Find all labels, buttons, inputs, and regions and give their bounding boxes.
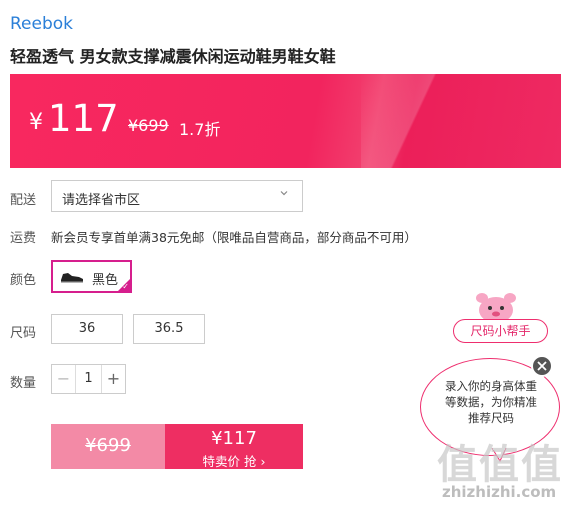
- buy-action-label: 特卖价 抢 ›: [202, 454, 266, 469]
- watermark-url: zhizhizhi.com: [442, 483, 557, 501]
- color-option-black[interactable]: 黑色 ✓: [51, 260, 132, 293]
- color-label: 颜色: [10, 273, 37, 288]
- quantity-stepper: − 1 +: [51, 364, 126, 394]
- buy-now-button[interactable]: ¥117 特卖价 抢 ›: [165, 424, 303, 469]
- color-option-label: 黑色: [92, 273, 119, 288]
- delivery-region-select[interactable]: 请选择省市区: [51, 180, 303, 212]
- size-option-36-5[interactable]: 36.5: [133, 314, 205, 344]
- quantity-value[interactable]: 1: [76, 365, 101, 393]
- product-title: 轻盈透气 男女款支撑减震休闲运动鞋男鞋女鞋: [10, 47, 336, 66]
- banner-sheen: [361, 74, 561, 168]
- buy-original-price-panel: ¥699: [51, 424, 165, 469]
- buy-original-price: ¥699: [85, 435, 131, 456]
- size-option-36[interactable]: 36: [51, 314, 123, 344]
- size-label: 尺码: [10, 326, 37, 341]
- chevron-down-icon: [280, 191, 288, 196]
- delivery-region-value: 请选择省市区: [62, 193, 141, 208]
- watermark-logo: 值值值: [437, 442, 563, 488]
- discount-rate: 1.7折: [179, 120, 221, 139]
- shipping-info: 新会员专享首单满38元免邮（限唯品自营商品，部分商品不可用）: [51, 230, 417, 245]
- quantity-plus-button[interactable]: +: [101, 365, 125, 393]
- shoe-thumbnail-icon: [61, 273, 83, 283]
- check-icon: ✓: [122, 282, 129, 291]
- price-banner: ¥ 117 ¥699 1.7折: [10, 74, 561, 168]
- current-price: 117: [48, 97, 119, 140]
- original-price: ¥699: [128, 116, 169, 135]
- size-helper-button[interactable]: 尺码小帮手: [453, 319, 548, 343]
- quantity-label: 数量: [10, 376, 37, 391]
- delivery-label: 配送: [10, 193, 37, 208]
- quantity-minus-button[interactable]: −: [52, 365, 76, 393]
- size-helper-text: 录入你的身高体重等数据，为你精准推荐尺码: [445, 379, 537, 425]
- buy-price: ¥117: [211, 428, 257, 449]
- shipping-label: 运费: [10, 231, 37, 246]
- currency-symbol: ¥: [29, 110, 43, 135]
- close-icon[interactable]: [531, 355, 553, 377]
- brand-link[interactable]: Reebok: [10, 14, 73, 34]
